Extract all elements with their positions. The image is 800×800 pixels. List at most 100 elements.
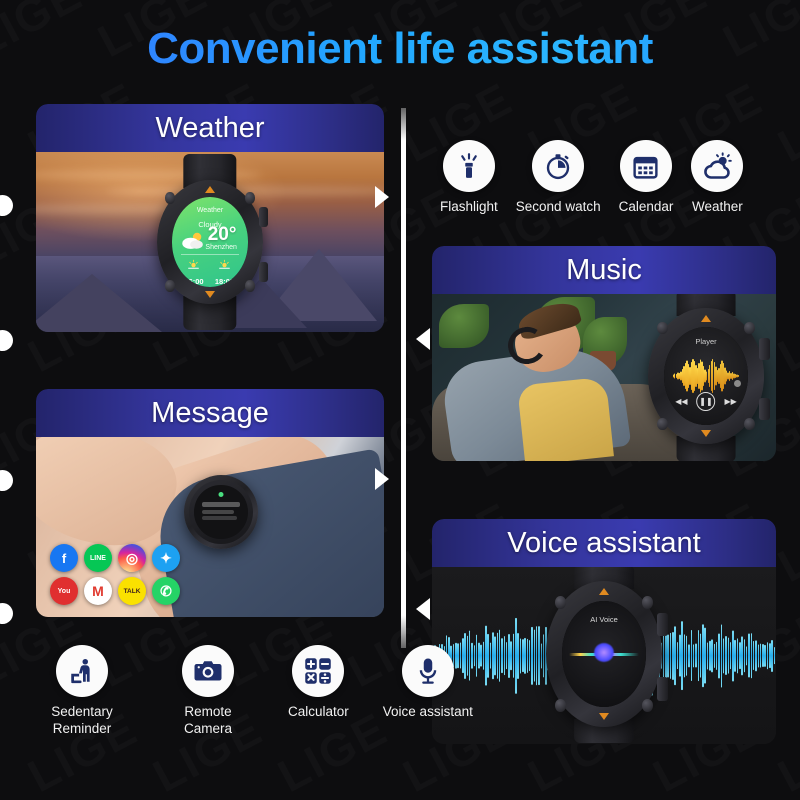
- voice-wave-bar: [524, 637, 526, 674]
- voice-wave-bar: [478, 642, 480, 669]
- feature-card-weather[interactable]: Weather Weather Cloudy 20° Shenzhen 06:0…: [36, 104, 384, 332]
- timeline-dot-2: [0, 330, 13, 351]
- voice-wave-bar: [736, 637, 739, 674]
- voice-wave-bar: [718, 632, 720, 679]
- voice-wave-bar: [522, 638, 524, 673]
- feature-sedentary-reminder[interactable]: Sedentary Reminder: [36, 645, 128, 738]
- line-icon[interactable]: LINE: [84, 544, 112, 572]
- stopwatch-icon: [532, 140, 585, 192]
- voice-wave-bar: [715, 641, 718, 670]
- weather-app-label: Weather: [196, 207, 224, 215]
- card-header-music: Music: [432, 246, 776, 294]
- timeline-arrow-voice: [416, 598, 430, 620]
- feature-card-music[interactable]: Music Player ◀◀ ❚❚ ▶▶: [432, 246, 776, 461]
- feature-label: Remote Camera: [183, 704, 232, 736]
- feature-weather[interactable]: Weather: [691, 140, 744, 216]
- music-waveform: [672, 359, 740, 394]
- sunrise-icon: [188, 259, 200, 269]
- watchface-weather: Weather Cloudy 20° Shenzhen 06:00 18:00: [171, 197, 249, 287]
- voice-wave-bar: [519, 637, 522, 674]
- watchface-music: Player ◀◀ ❚❚ ▶▶: [664, 327, 748, 425]
- voice-wave-bar: [729, 641, 732, 670]
- voice-wave-bar: [764, 644, 766, 667]
- feature-second-watch[interactable]: Second watch: [516, 140, 601, 216]
- voice-wave-bar: [674, 625, 676, 686]
- product-feature-page: Convenient life assistant Weather Weathe…: [0, 0, 800, 800]
- voice-wave-bar: [501, 637, 503, 674]
- weather-cloud-sun-icon: [182, 232, 204, 249]
- voice-wave-bar: [515, 617, 517, 694]
- voice-wave-bar: [510, 640, 512, 671]
- voice-wave-bar: [683, 633, 686, 678]
- voice-wave-bar: [702, 623, 704, 688]
- music-volume-icon: [734, 379, 742, 387]
- feature-label: Second watch: [515, 199, 601, 214]
- voice-wave-bar: [771, 639, 773, 672]
- feature-flashlight[interactable]: Flashlight: [440, 140, 498, 216]
- twitter-icon[interactable]: ✦: [152, 544, 180, 572]
- timeline-arrow-weather: [375, 186, 389, 208]
- voice-wave-bar: [528, 639, 531, 672]
- whatsapp-icon[interactable]: ✆: [152, 577, 180, 605]
- timeline-dot-1: [0, 195, 13, 216]
- smartwatch-weather: Weather Cloudy 20° Shenzhen 06:00 18:00: [152, 154, 269, 330]
- music-prev-button[interactable]: ◀◀: [675, 397, 687, 406]
- card-image-music: Player ◀◀ ❚❚ ▶▶: [432, 294, 776, 461]
- voice-wave-bar: [685, 635, 688, 676]
- voice-wave-bar: [512, 633, 515, 678]
- voice-wave-bar: [494, 635, 496, 676]
- voice-wave-bar: [722, 637, 725, 674]
- feature-label: Calculator: [288, 704, 349, 719]
- voice-wave-bar: [739, 641, 741, 670]
- music-wave-bar: [737, 375, 740, 378]
- kakaotalk-icon[interactable]: TALK: [118, 577, 146, 605]
- feature-row-top: Flashlight Second watch Calendar Weather: [440, 140, 744, 216]
- calendar-icon: [619, 140, 672, 192]
- feature-label: Voice assistant: [382, 704, 473, 719]
- smartwatch-message: [184, 475, 258, 549]
- card-image-voice: AI Voice: [432, 567, 776, 744]
- watchface-voice: AI Voice: [562, 601, 646, 707]
- voice-wave-bar: [496, 632, 499, 679]
- music-app-label: Player: [695, 336, 717, 346]
- gmail-icon[interactable]: M: [84, 577, 112, 605]
- feature-voice-assistant[interactable]: Voice assistant: [383, 645, 473, 738]
- voice-wave-bar: [676, 641, 679, 670]
- voice-wave-bar: [692, 643, 695, 668]
- voice-wave-bar: [672, 631, 674, 680]
- feature-label: Sedentary Reminder: [51, 704, 113, 736]
- voice-wave-bar: [741, 635, 743, 676]
- feature-calculator[interactable]: Calculator: [288, 645, 349, 738]
- music-pause-button[interactable]: ❚❚: [696, 392, 716, 412]
- voice-waveform-peak: [593, 643, 615, 663]
- voice-app-label: AI Voice: [590, 615, 618, 625]
- voice-wave-bar: [734, 639, 736, 672]
- voice-wave-bar: [480, 644, 482, 667]
- voice-wave-bar: [475, 634, 478, 677]
- feature-card-voice-assistant[interactable]: Voice assistant AI Voice: [432, 519, 776, 744]
- youtube-icon[interactable]: You: [50, 577, 78, 605]
- voice-wave-bar: [709, 640, 711, 671]
- calculator-icon: [292, 645, 345, 697]
- card-image-message: f LINE ◎ ✦ You M TALK ✆: [36, 437, 384, 617]
- voice-wave-bar: [755, 639, 757, 672]
- voice-wave-bar: [766, 641, 769, 670]
- timeline-dot-3: [0, 470, 13, 491]
- sedentary-reminder-icon: [56, 645, 108, 697]
- voice-wave-bar: [526, 638, 529, 673]
- timeline-arrow-message: [375, 468, 389, 490]
- feature-card-message[interactable]: Message f LINE ◎ ✦ You M TALK ✆: [36, 389, 384, 617]
- voice-wave-bar: [681, 620, 683, 691]
- voice-wave-bar: [704, 627, 706, 684]
- music-next-button[interactable]: ▶▶: [725, 397, 737, 406]
- voice-wave-bar: [769, 642, 771, 669]
- voice-wave-bar: [725, 635, 727, 676]
- feature-remote-camera[interactable]: Remote Camera: [162, 645, 254, 738]
- feature-calendar[interactable]: Calendar: [619, 140, 673, 216]
- voice-wave-bar: [759, 643, 762, 668]
- voice-wave-bar: [699, 633, 702, 678]
- instagram-icon[interactable]: ◎: [118, 544, 146, 572]
- weather-sunrise-time: 06:00: [184, 277, 204, 287]
- facebook-icon[interactable]: f: [50, 544, 78, 572]
- sunset-icon: [219, 259, 230, 269]
